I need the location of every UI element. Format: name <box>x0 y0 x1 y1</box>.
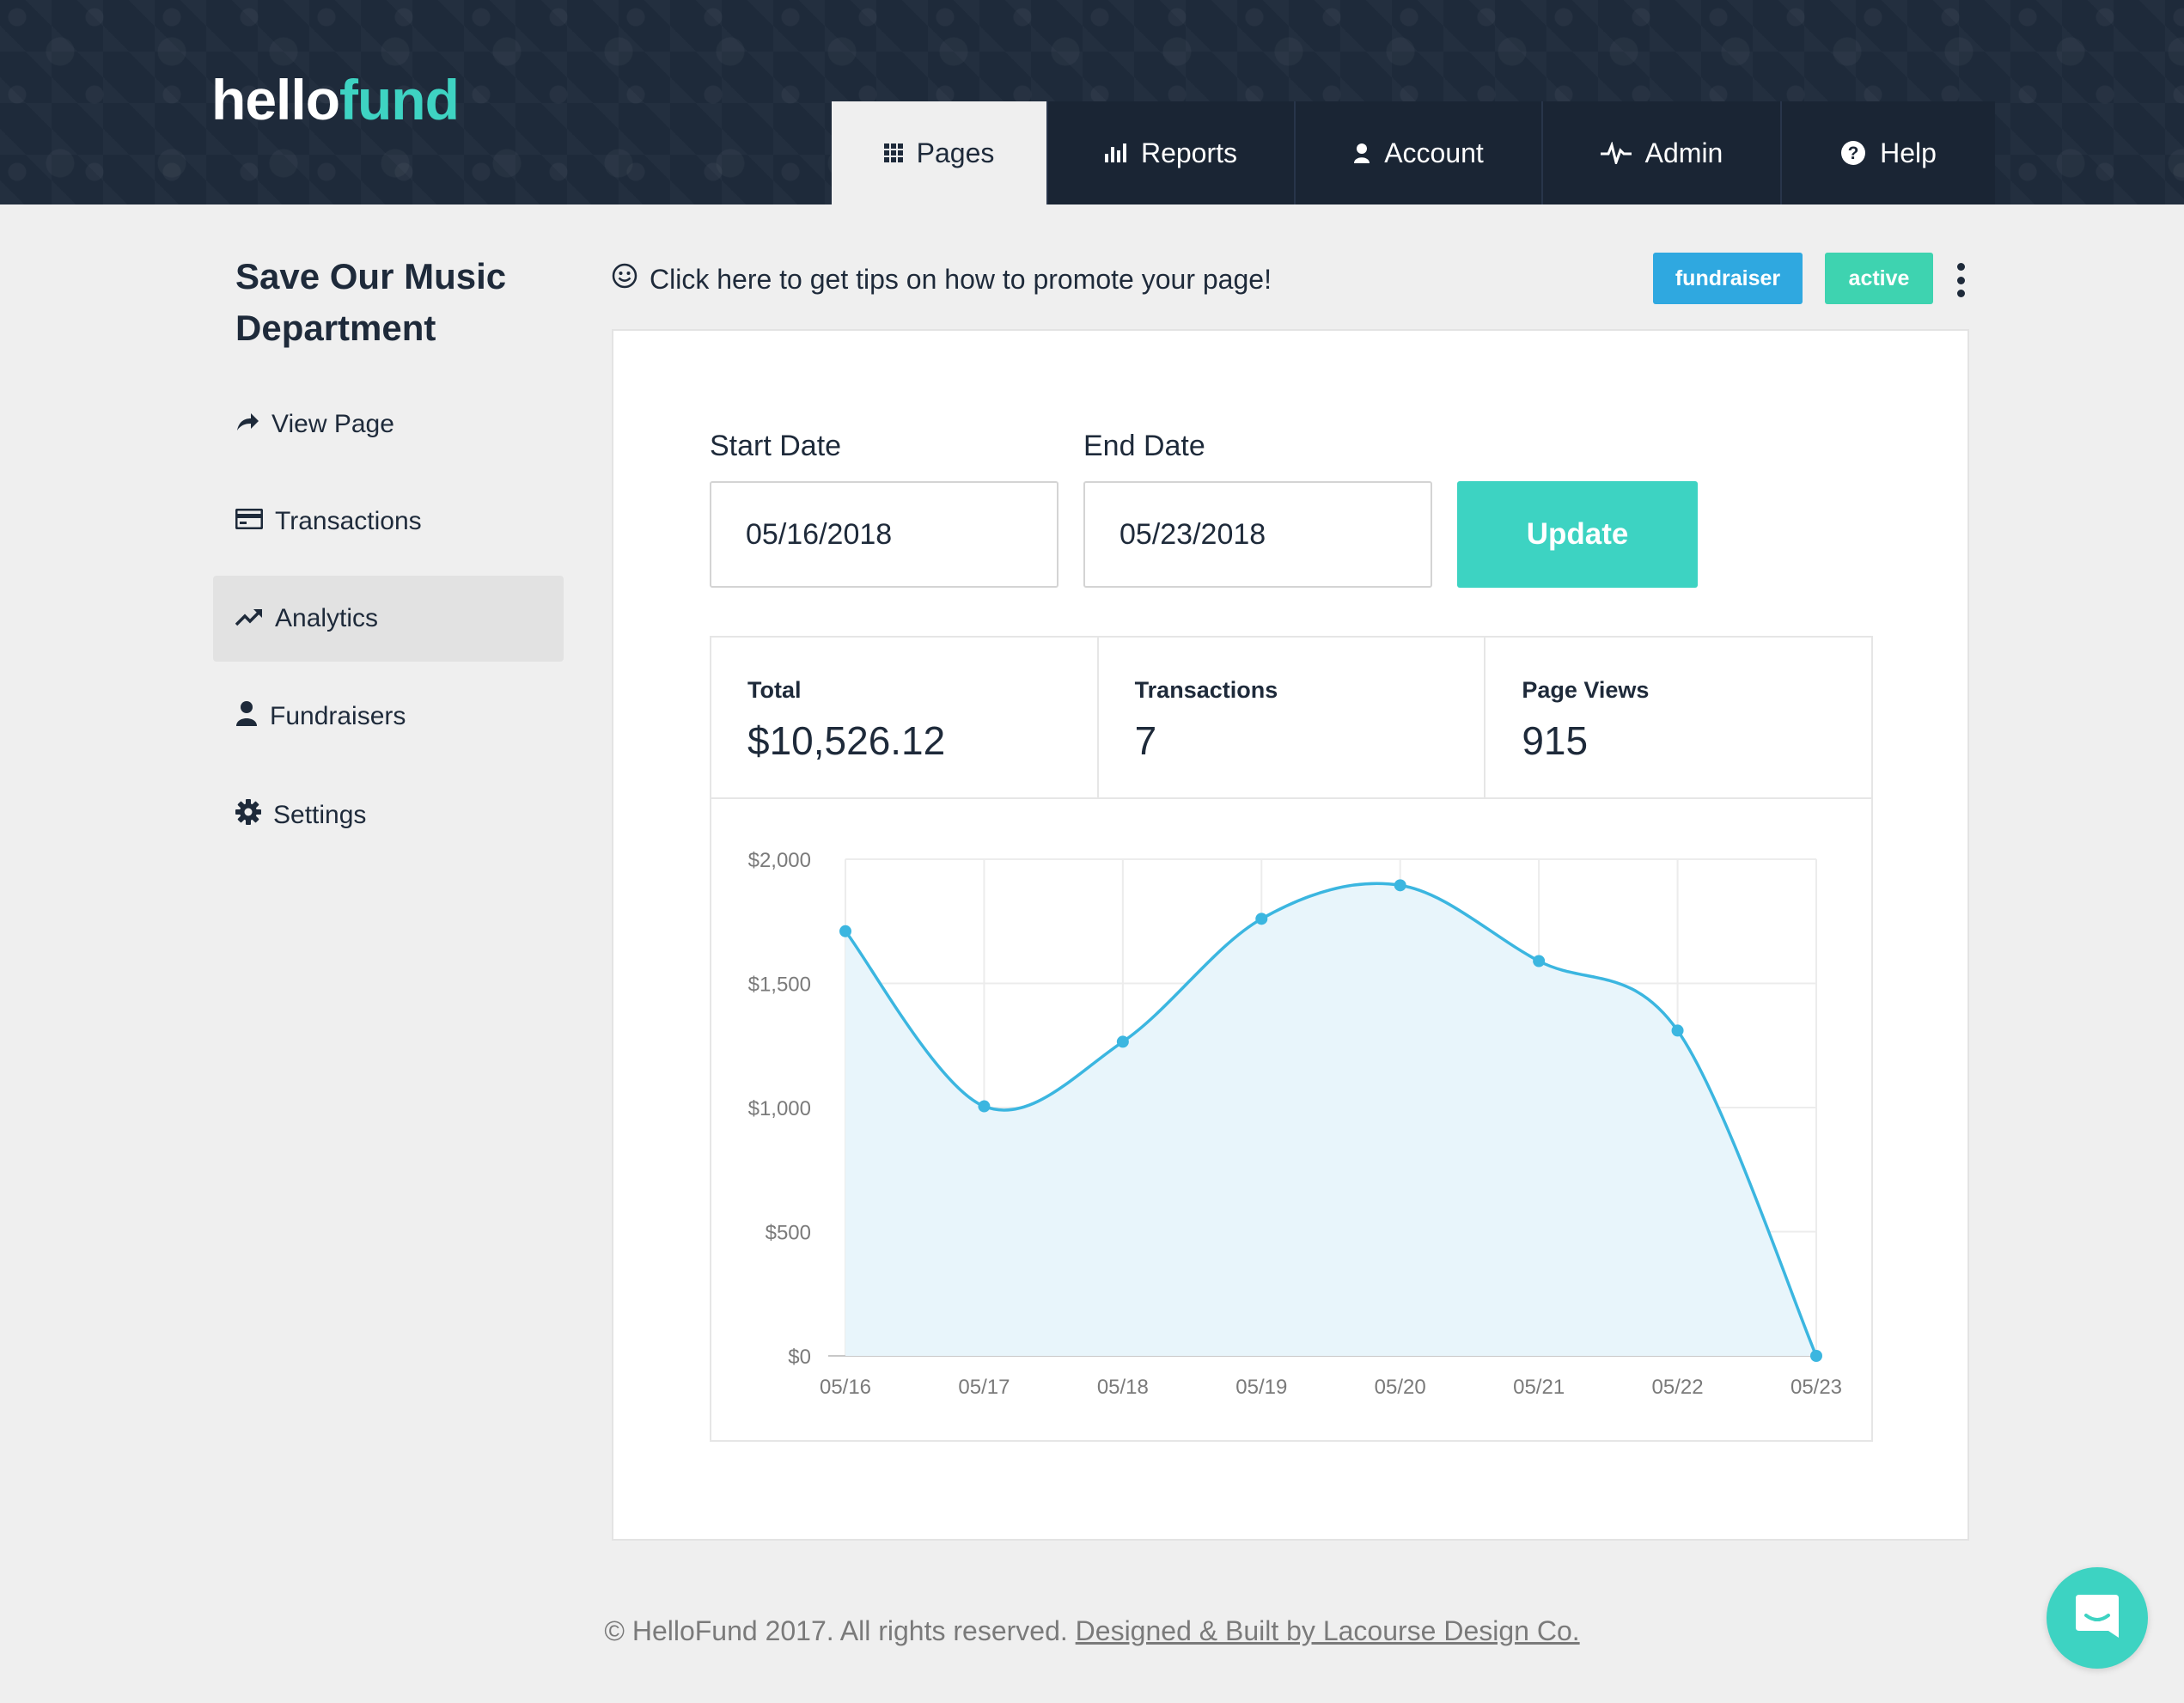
hellofund-logo[interactable]: hellofund <box>211 67 460 132</box>
pulse-icon <box>1600 142 1632 164</box>
stat-label: Transactions <box>1134 677 1278 703</box>
data-point <box>839 925 851 937</box>
tab-help[interactable]: ? Help <box>1782 101 1995 204</box>
x-tick-label: 05/16 <box>820 1376 871 1399</box>
status-badge: active <box>1825 253 1933 304</box>
sidebar-item-label: Fundraisers <box>270 702 406 730</box>
more-options-icon[interactable] <box>1952 263 1969 297</box>
grid-icon <box>883 143 903 162</box>
tab-account[interactable]: Account <box>1296 101 1543 204</box>
y-tick-label: $2,000 <box>748 849 811 872</box>
end-date-input[interactable] <box>1083 481 1432 588</box>
data-point <box>1255 913 1268 925</box>
data-point <box>1116 1035 1129 1048</box>
sidebar-item-label: Settings <box>273 801 367 829</box>
y-tick-label: $0 <box>788 1346 811 1369</box>
stat-value: 915 <box>1522 718 1589 763</box>
sidebar-item-label: View Page <box>271 410 394 438</box>
data-point <box>1671 1024 1684 1037</box>
stat-label: Page Views <box>1522 677 1650 703</box>
x-tick-label: 05/20 <box>1375 1376 1426 1399</box>
sidebar-item-fundraisers[interactable]: Fundraisers <box>213 674 564 760</box>
donations-chart-svg: $0 $500 $1,000 $1,500 $2,000 05/16 05/17 05/18 0… <box>748 849 1842 1399</box>
user-icon <box>1353 143 1370 163</box>
tab-reports-label: Reports <box>1140 137 1238 168</box>
tab-pages-label: Pages <box>916 137 995 168</box>
update-button[interactable]: Update <box>1457 481 1698 588</box>
y-tick-label: $1,500 <box>748 974 811 997</box>
x-tick-label: 05/18 <box>1097 1376 1149 1399</box>
sidebar-item-label: Transactions <box>275 507 422 535</box>
logo-part-fund: fund <box>339 68 460 131</box>
sidebar-item-transactions[interactable]: Transactions <box>213 479 564 565</box>
x-tick-label: 05/23 <box>1791 1376 1842 1399</box>
x-tick-label: 05/22 <box>1652 1376 1704 1399</box>
sidebar-item-view-page[interactable]: View Page <box>213 381 564 467</box>
tab-admin-label: Admin <box>1644 137 1723 168</box>
user-icon <box>235 700 258 733</box>
donations-chart: $0 $500 $1,000 $1,500 $2,000 05/16 05/17 05/18 0… <box>710 799 1873 1442</box>
data-point <box>1394 879 1406 892</box>
stat-page-views: Page Views 915 <box>1485 638 1871 797</box>
sidebar-item-analytics[interactable]: Analytics <box>213 576 564 662</box>
data-point <box>1810 1350 1822 1362</box>
stat-value: $10,526.12 <box>747 718 946 763</box>
y-tick-label: $500 <box>766 1222 811 1245</box>
trend-up-icon <box>235 604 263 633</box>
x-tick-label: 05/21 <box>1513 1376 1565 1399</box>
chat-bubble-icon <box>2072 1591 2122 1645</box>
data-point <box>978 1100 991 1113</box>
question-circle-icon: ? <box>1840 140 1866 166</box>
promote-tips-link[interactable]: Click here to get tips on how to promote… <box>612 258 1272 301</box>
end-date-label: End Date <box>1083 430 1205 462</box>
footer: © HelloFund 2017. All rights reserved. D… <box>0 1615 2184 1647</box>
stat-transactions: Transactions 7 <box>1099 638 1486 797</box>
share-arrow-icon <box>235 410 259 439</box>
tab-reports[interactable]: Reports <box>1048 101 1296 204</box>
x-tick-label: 05/17 <box>958 1376 1010 1399</box>
start-date-input[interactable] <box>710 481 1058 588</box>
credit-card-icon <box>235 507 264 536</box>
copyright-text: © HelloFund 2017. All rights reserved. <box>604 1615 1068 1646</box>
tab-pages[interactable]: Pages <box>832 101 1048 204</box>
y-tick-label: $1,000 <box>748 1097 811 1120</box>
bar-chart-icon <box>1104 143 1127 162</box>
x-tick-label: 05/19 <box>1235 1376 1287 1399</box>
smiley-icon <box>612 263 638 296</box>
sidebar-item-label: Analytics <box>275 604 379 632</box>
top-header: hellofund Pages Reports Account Admin ? … <box>0 0 2184 204</box>
page-title: Save Our Music Department <box>235 256 507 348</box>
data-point <box>1533 955 1546 967</box>
tab-admin[interactable]: Admin <box>1543 101 1782 204</box>
tab-account-label: Account <box>1384 137 1484 168</box>
tips-text: Click here to get tips on how to promote… <box>650 263 1272 295</box>
logo-part-hello: hello <box>211 68 340 131</box>
stats-row: Total $10,526.12 Transactions 7 Page Vie… <box>710 636 1873 799</box>
stat-label: Total <box>747 677 802 703</box>
stat-value: 7 <box>1134 718 1157 763</box>
type-badge: fundraiser <box>1653 253 1803 304</box>
main-nav: Pages Reports Account Admin ? Help <box>832 101 1995 204</box>
svg-text:?: ? <box>1848 143 1859 163</box>
series-area <box>845 883 1816 1356</box>
start-date-label: Start Date <box>710 430 842 462</box>
gear-icon <box>235 799 261 832</box>
sidebar-item-settings[interactable]: Settings <box>213 772 564 858</box>
chat-launcher[interactable] <box>2047 1567 2148 1669</box>
stat-total: Total $10,526.12 <box>711 638 1099 797</box>
tab-help-label: Help <box>1880 137 1937 168</box>
designer-credit-link[interactable]: Designed & Built by Lacourse Design Co. <box>1076 1615 1580 1646</box>
